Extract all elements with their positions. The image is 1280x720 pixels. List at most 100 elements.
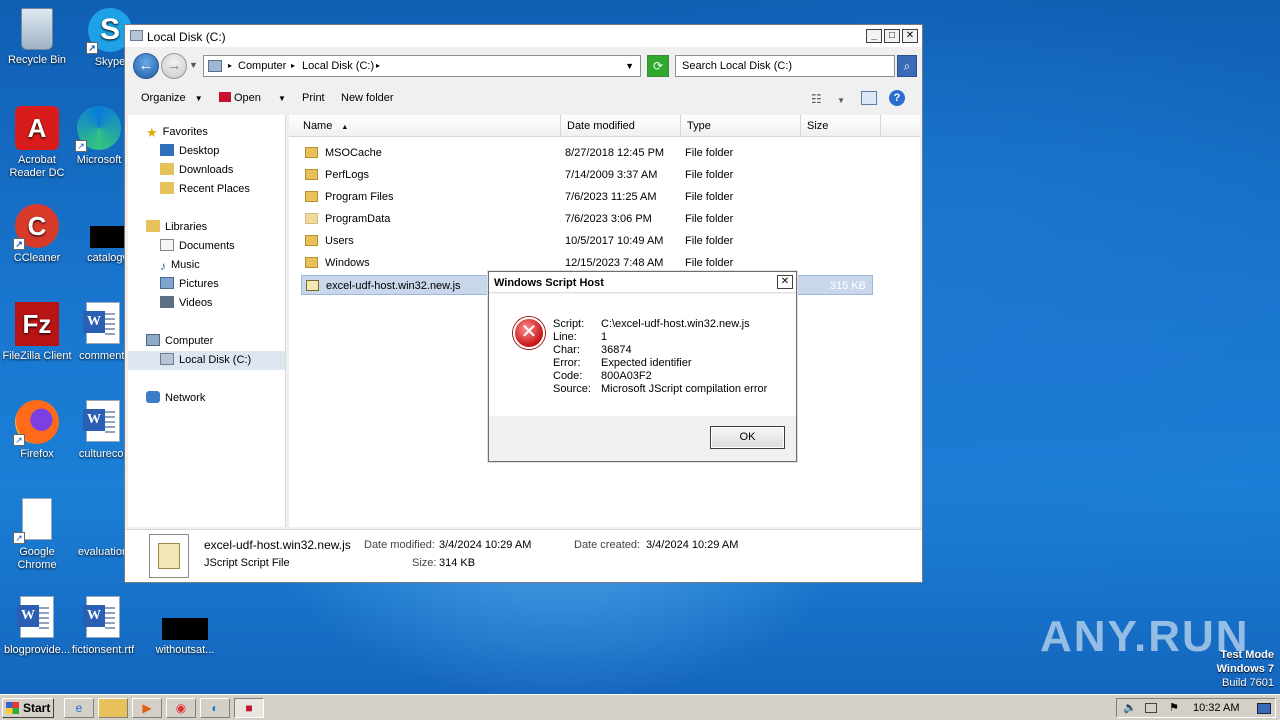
- refresh-button[interactable]: ⟳: [647, 55, 669, 77]
- column-header-size[interactable]: Size: [801, 115, 881, 137]
- script-file-icon: [306, 280, 319, 291]
- desktop-icon-recycle-bin[interactable]: Recycle Bin: [0, 8, 74, 67]
- nav-documents[interactable]: Documents: [160, 237, 235, 256]
- recent-pages-chevron-icon[interactable]: ▼: [189, 60, 198, 70]
- ie-taskbar-icon[interactable]: e: [64, 698, 94, 718]
- nav-pictures[interactable]: Pictures: [160, 275, 219, 294]
- nav-downloads[interactable]: Downloads: [160, 161, 233, 180]
- downloads-icon: [160, 163, 174, 175]
- minimize-button[interactable]: _: [866, 29, 882, 43]
- maximize-button[interactable]: □: [884, 29, 900, 43]
- dialog-title: Windows Script Host: [494, 277, 604, 289]
- nav-local-disk[interactable]: Local Disk (C:): [128, 351, 285, 370]
- organize-button[interactable]: Organize ▼: [141, 92, 203, 104]
- nav-music[interactable]: ♪ Music: [160, 256, 200, 275]
- folder-icon: [305, 235, 318, 246]
- folder-icon: [305, 213, 318, 224]
- nav-desktop[interactable]: Desktop: [160, 142, 219, 161]
- nav-videos[interactable]: Videos: [160, 294, 212, 313]
- nav-network[interactable]: Network: [146, 389, 205, 408]
- file-row[interactable]: MSOCache 8/27/2018 12:45 PM File folder: [301, 143, 873, 163]
- breadcrumb-local-disk[interactable]: Local Disk (C:): [302, 60, 374, 72]
- drive-icon: [130, 30, 143, 41]
- dialog-titlebar[interactable]: Windows Script Host ✕: [489, 272, 796, 293]
- documents-icon: [160, 239, 174, 251]
- preview-pane-icon[interactable]: [861, 91, 877, 105]
- navigation-pane: ★ Favorites Desktop Downloads Recent Plac…: [128, 115, 286, 527]
- details-size-value: 314 KB: [439, 557, 476, 569]
- back-button[interactable]: ←: [133, 53, 159, 79]
- address-dropdown-icon[interactable]: ▼: [625, 61, 634, 71]
- error-icon: ✕: [513, 317, 545, 349]
- close-button[interactable]: ✕: [902, 29, 918, 43]
- volume-icon[interactable]: 🔈: [1123, 701, 1137, 714]
- search-icon[interactable]: ⌕: [897, 55, 917, 77]
- word-doc-icon: W: [81, 400, 125, 444]
- details-pane: excel-udf-host.win32.new.js Date modifie…: [125, 529, 922, 582]
- script-error-dialog[interactable]: Windows Script Host ✕ ✕ Script: C:\excel-…: [488, 271, 797, 462]
- dropdown-arrow-icon: ▼: [194, 94, 203, 103]
- file-row[interactable]: Program Files 7/6/2023 11:25 AM File folde…: [301, 187, 873, 207]
- start-button[interactable]: Start: [2, 698, 54, 718]
- file-row[interactable]: Windows 12/15/2023 7:48 AM File folder: [301, 253, 873, 273]
- address-row: ← → ▼ ▸ Computer ▸ Local Disk (C:) ▸ ▼ ⟳…: [125, 49, 922, 81]
- dialog-close-button[interactable]: ✕: [777, 275, 793, 289]
- window-titlebar[interactable]: Local Disk (C:) _ □ ✕: [125, 25, 922, 47]
- details-created-label: Date created:: [574, 539, 641, 551]
- computer-icon: [208, 60, 222, 72]
- test-mode-watermark: Test Mode Windows 7 Build 7601: [1216, 649, 1274, 689]
- desktop-icon-firefox[interactable]: ↗ Firefox: [0, 400, 74, 461]
- file-row[interactable]: Users 10/5/2017 10:49 AM File folder: [301, 231, 873, 251]
- print-button[interactable]: Print: [302, 92, 325, 104]
- address-bar[interactable]: ▸ Computer ▸ Local Disk (C:) ▸ ▼: [203, 55, 641, 77]
- network-icon: [146, 391, 160, 403]
- clock[interactable]: 10:32 AM: [1193, 702, 1239, 714]
- breadcrumb-computer[interactable]: Computer: [238, 60, 286, 72]
- recycle-bin-icon: [21, 8, 53, 50]
- chrome-taskbar-icon[interactable]: ◉: [166, 698, 196, 718]
- network-tray-icon[interactable]: [1145, 703, 1157, 713]
- file-row[interactable]: ProgramData 7/6/2023 3:06 PM File folder: [301, 209, 873, 229]
- file-row[interactable]: PerfLogs 7/14/2009 3:37 AM File folder: [301, 165, 873, 185]
- desktop-icon-filezilla[interactable]: Fz FileZilla Client: [0, 302, 74, 363]
- new-folder-button[interactable]: New folder: [341, 92, 394, 104]
- blacked-out-icon: [162, 618, 208, 640]
- desktop-icon-blogprovide[interactable]: W blogprovide...: [0, 596, 74, 657]
- script-host-taskbar-icon[interactable]: ■: [234, 698, 264, 718]
- explorer-taskbar-icon[interactable]: [98, 698, 128, 718]
- help-icon[interactable]: ?: [889, 90, 905, 106]
- flag-icon[interactable]: ⚑: [1169, 701, 1179, 714]
- edge-taskbar-icon[interactable]: ◐: [200, 698, 230, 718]
- open-button[interactable]: Open ▼: [219, 92, 286, 104]
- details-created-value: 3/4/2024 10:29 AM: [646, 539, 739, 551]
- folder-lock-icon: [305, 147, 318, 158]
- search-input[interactable]: Search Local Disk (C:): [675, 55, 895, 77]
- desktop-icon-withoutsat[interactable]: withoutsat...: [148, 596, 222, 657]
- show-desktop-icon[interactable]: [1257, 703, 1271, 714]
- folder-icon: [305, 257, 318, 268]
- view-options-icon[interactable]: ☷ ▼: [811, 92, 845, 106]
- nav-favorites[interactable]: ★ Favorites: [146, 123, 208, 142]
- desktop-icon-fictionsent[interactable]: W fictionsent.rtf: [66, 596, 140, 657]
- nav-computer[interactable]: Computer: [146, 332, 213, 351]
- filezilla-icon: Fz: [15, 302, 59, 346]
- column-header-name[interactable]: Name ▲: [289, 115, 561, 137]
- blank-document-icon: ↗: [13, 498, 59, 544]
- forward-button[interactable]: →: [161, 53, 187, 79]
- nav-recent-places[interactable]: Recent Places: [160, 180, 250, 199]
- desktop-icon-google-chrome[interactable]: ↗ Google Chrome: [0, 498, 74, 572]
- error-code-line: Code: 800A03F2: [553, 370, 652, 382]
- column-header-type[interactable]: Type: [681, 115, 801, 137]
- ok-button[interactable]: OK: [710, 426, 785, 449]
- windows-logo-icon: [6, 702, 19, 714]
- error-source-line: Source: Microsoft JScript compilation err…: [553, 383, 768, 395]
- media-player-taskbar-icon[interactable]: ▶: [132, 698, 162, 718]
- libraries-icon: [146, 220, 160, 232]
- desktop-icon-ccleaner[interactable]: C ↗ CCleaner: [0, 204, 74, 265]
- column-header-date[interactable]: Date modified: [561, 115, 681, 137]
- breadcrumb-chevron-icon[interactable]: ▸: [376, 61, 380, 70]
- star-icon: ★: [146, 125, 158, 140]
- sort-ascending-icon: ▲: [341, 124, 349, 131]
- nav-libraries[interactable]: Libraries: [146, 218, 207, 237]
- error-char-line: Char: 36874: [553, 344, 632, 356]
